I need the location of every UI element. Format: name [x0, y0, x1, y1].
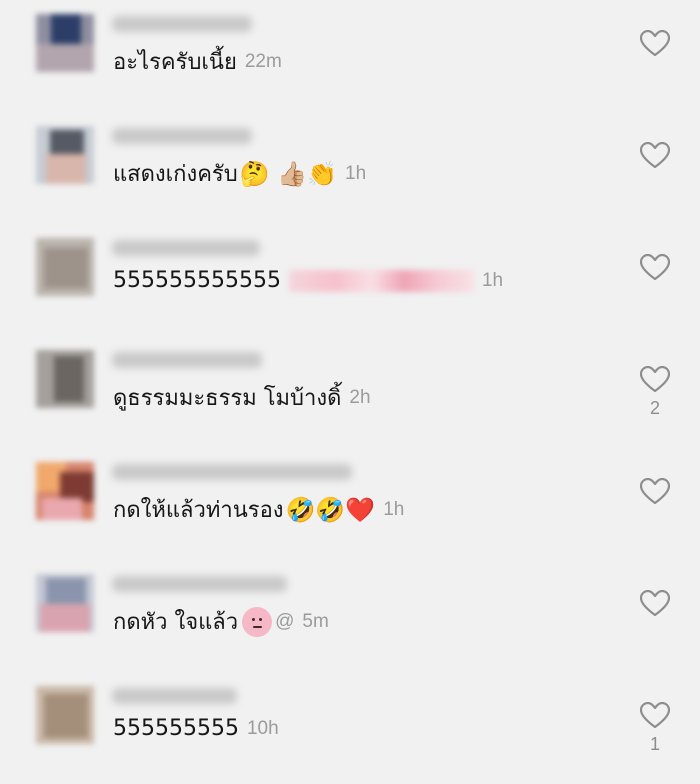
avatar[interactable]: [36, 574, 94, 632]
username[interactable]: [112, 128, 252, 144]
comment-text: 555555555555: [113, 268, 281, 293]
comment-time: 5m: [302, 610, 329, 632]
heart-icon[interactable]: [640, 254, 670, 282]
comment-body: กดหัว ใจแล้ว @ 5m: [113, 604, 329, 639]
comment-text: แสดงเก่งครับ: [113, 162, 238, 187]
comment-item[interactable]: กดให้แล้วท่านรอง 🤣🤣❤️ 1h: [0, 448, 700, 560]
comment-item[interactable]: อะไรครับเนี้ย 22m: [0, 0, 700, 112]
username[interactable]: [112, 576, 287, 592]
comment-item[interactable]: ดูธรรมมะธรรม โมบ้างดิ้ 2h 2: [0, 336, 700, 448]
username[interactable]: [112, 464, 352, 480]
emoji-reactions: 🤔 👍🏼👏: [239, 159, 337, 188]
heart-icon[interactable]: [640, 142, 670, 170]
comment-text: กดให้แล้วท่านรอง: [113, 498, 284, 523]
comment-body: แสดงเก่งครับ 🤔 👍🏼👏 1h: [113, 156, 366, 191]
heart-icon[interactable]: [640, 702, 670, 730]
comment-time: 22m: [244, 50, 282, 72]
comment-text: 555555555: [113, 716, 239, 741]
comment-item[interactable]: 555555555555 1h: [0, 224, 700, 336]
avatar[interactable]: [36, 350, 94, 408]
avatar[interactable]: [36, 462, 94, 520]
comment-text: กดหัว ใจแล้ว: [113, 610, 239, 635]
heart-icon[interactable]: [640, 478, 670, 506]
comment-item[interactable]: กดหัว ใจแล้ว @ 5m: [0, 560, 700, 672]
heart-icon[interactable]: [640, 30, 670, 58]
like-count: 2: [649, 398, 660, 418]
comment-body: กดให้แล้วท่านรอง 🤣🤣❤️ 1h: [113, 492, 404, 527]
username[interactable]: [112, 16, 252, 32]
comment-item[interactable]: แสดงเก่งครับ 🤔 👍🏼👏 1h: [0, 112, 700, 224]
comment-text: อะไรครับเนี้ย: [113, 50, 237, 75]
comment-body: 555555555 10h: [113, 716, 279, 741]
comment-text: ดูธรรมมะธรรม โมบ้างดิ้: [113, 386, 342, 411]
comment-body: อะไรครับเนี้ย 22m: [113, 44, 282, 79]
mention-symbol: @: [275, 610, 295, 632]
username[interactable]: [112, 688, 237, 704]
avatar[interactable]: [36, 126, 94, 184]
avatar[interactable]: [36, 686, 94, 744]
comment-time: 10h: [246, 717, 279, 739]
comment-time: 2h: [349, 386, 371, 408]
redacted-mention: [288, 269, 474, 292]
smiley-emoji-icon: [242, 606, 273, 637]
comment-time: 1h: [481, 269, 504, 291]
comment-item[interactable]: 555555555 10h 1: [0, 672, 700, 784]
heart-icon[interactable]: [640, 590, 670, 618]
avatar[interactable]: [36, 238, 94, 296]
emoji-reactions: 🤣🤣❤️: [285, 495, 376, 524]
like-count: 1: [649, 734, 660, 754]
username[interactable]: [112, 352, 262, 368]
username[interactable]: [112, 240, 260, 256]
heart-icon[interactable]: [640, 366, 670, 394]
comment-time: 1h: [383, 498, 405, 520]
avatar[interactable]: [36, 14, 94, 72]
comment-body: ดูธรรมมะธรรม โมบ้างดิ้ 2h: [113, 380, 371, 415]
comment-time: 1h: [345, 162, 367, 184]
comment-body: 555555555555 1h: [113, 268, 503, 293]
